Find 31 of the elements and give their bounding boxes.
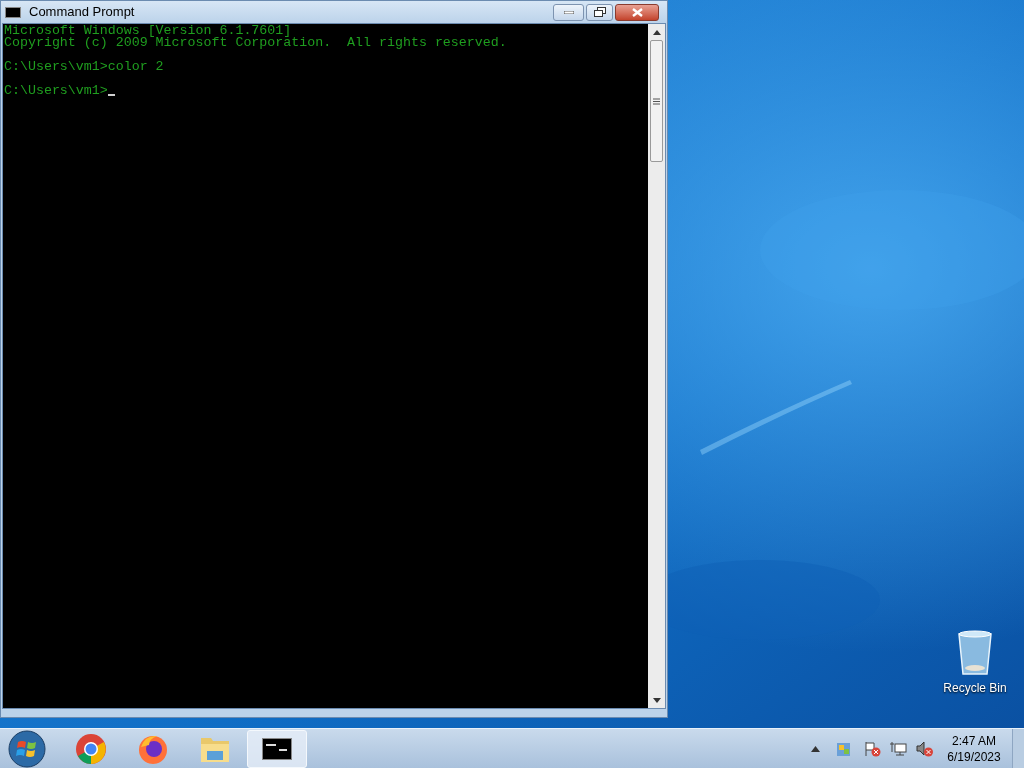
- start-button[interactable]: [7, 729, 47, 768]
- restore-button[interactable]: [586, 3, 613, 21]
- trash-can-icon[interactable]: [957, 630, 993, 676]
- clock-time[interactable]: 2:47 AM: [952, 732, 996, 749]
- console-line: Microsoft Windows [Version 6.1.7601]: [4, 25, 292, 37]
- close-button[interactable]: [615, 3, 659, 21]
- speaker-muted-icon[interactable]: [916, 740, 934, 757]
- show-hidden-icons-icon[interactable]: [811, 745, 820, 752]
- desktop-icon-label[interactable]: Recycle Bin: [943, 679, 1007, 697]
- browser-icon: [75, 732, 107, 765]
- console-line: Copyright (c) 2009 Microsoft Corporation. All rights reserved.: [4, 37, 507, 49]
- windows-logo-icon: [8, 729, 46, 768]
- window-title: Command Prompt: [29, 3, 135, 22]
- taskbar-button[interactable]: [247, 729, 307, 768]
- flag-error-icon[interactable]: [864, 740, 882, 757]
- scroll-up-icon[interactable]: [652, 30, 661, 35]
- console-line: C:\Users\vm1>: [4, 85, 108, 97]
- network-error-icon[interactable]: [890, 740, 908, 757]
- clock-date[interactable]: 6/19/2023: [947, 748, 1001, 765]
- text-cursor: [107, 94, 115, 96]
- console-area[interactable]: Microsoft Windows [Version 6.1.7601] Copyright (c) 2009 Microsoft Corporation. All rights reserved. C:\Users\vm1>color 2 C:\Users\vm1>: [3, 24, 648, 708]
- close-icon: [631, 7, 643, 17]
- console-icon: [5, 6, 21, 18]
- scroll-down-icon[interactable]: [652, 698, 661, 703]
- scrollbar[interactable]: [648, 24, 665, 708]
- console-icon: [262, 737, 292, 760]
- grip-icon: [653, 97, 660, 105]
- scrollbar-thumb[interactable]: [650, 40, 663, 162]
- console-line: C:\Users\vm1>color 2: [4, 61, 164, 73]
- restore-icon: [593, 7, 606, 17]
- minimize-icon: [563, 10, 574, 14]
